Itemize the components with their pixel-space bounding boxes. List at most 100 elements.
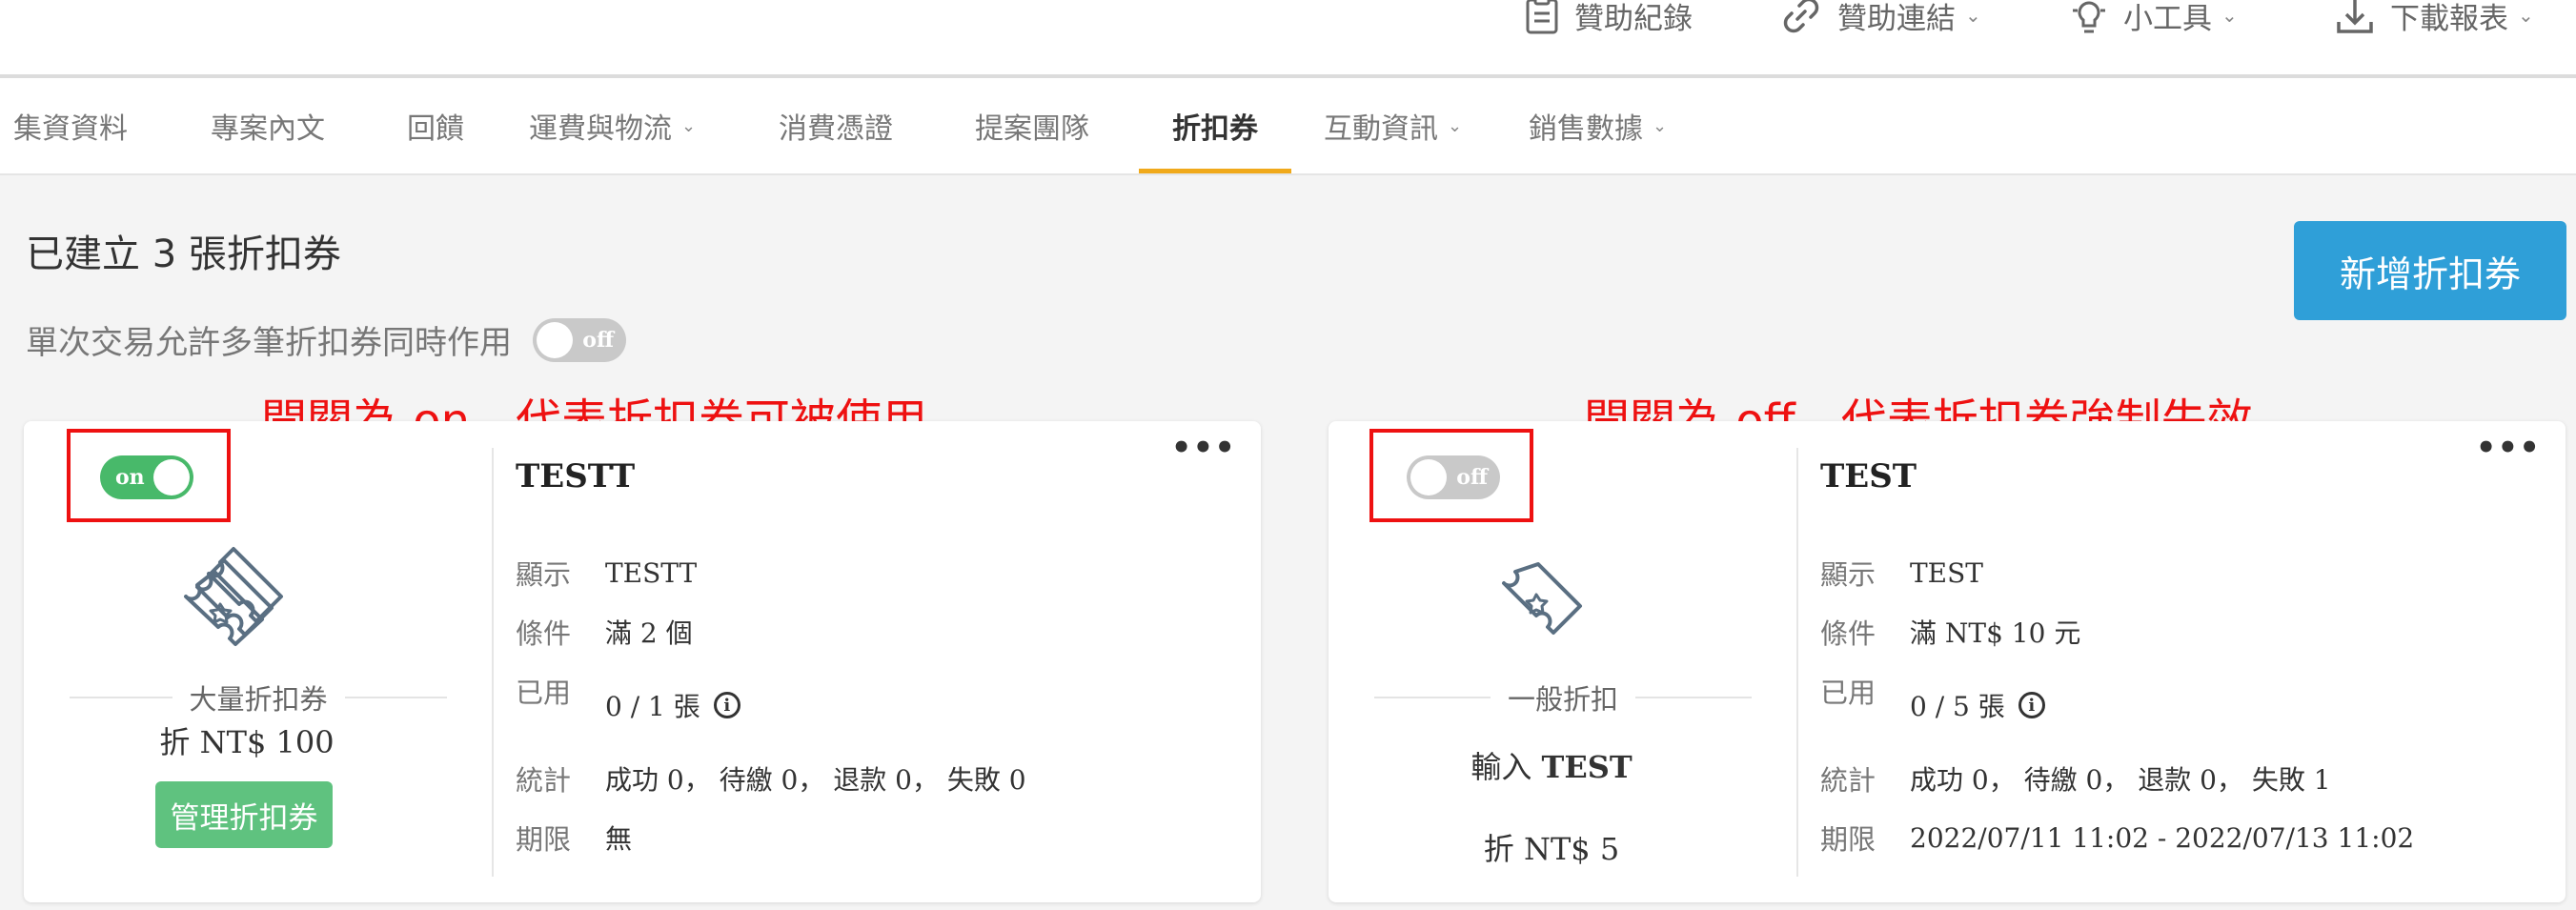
- sponsor-link-button[interactable]: 贊助連結 ⌄: [1780, 0, 1981, 44]
- multi-coupon-setting: 單次交易允許多筆折扣券同時作用 off: [26, 316, 626, 363]
- coupon-discount: 折 NT$ 5: [1483, 831, 1620, 867]
- tab-label: 互動資訊: [1324, 112, 1438, 146]
- field-label: 已用: [1820, 677, 1876, 709]
- field-value: 無: [605, 823, 633, 855]
- field-label: 顯示: [516, 558, 572, 591]
- used-count: 0 / 5 張: [1910, 691, 2005, 722]
- field-value: 0 / 1 張 i: [605, 686, 740, 724]
- more-options-icon[interactable]: •••: [1171, 429, 1236, 467]
- tab-label: 專案內文: [211, 112, 325, 146]
- field-label: 期限: [516, 823, 572, 856]
- field-value: 2022/07/11 11:02 - 2022/07/13 11:02: [1910, 821, 2415, 854]
- tab-bar: 集資資料 專案內文 回饋 運費與物流 ⌄ 消費憑證 提案團隊 折扣券 互動資訊 ⌄ …: [0, 78, 2576, 175]
- coupon-display-row: 顯示 TESTT: [516, 553, 697, 593]
- sponsor-records-button[interactable]: 贊助紀錄: [1525, 0, 1693, 44]
- bulk-ticket-icon: [184, 547, 283, 646]
- tab-proposal-team[interactable]: 提案團隊: [975, 78, 1089, 173]
- toggle-state-text: off: [582, 327, 614, 353]
- tools-button[interactable]: 小工具 ⌄: [2070, 0, 2238, 44]
- multi-coupon-label: 單次交易允許多筆折扣券同時作用: [26, 324, 512, 362]
- manage-coupon-button[interactable]: 管理折扣券: [155, 781, 333, 848]
- coupon-enabled-toggle[interactable]: on: [100, 455, 193, 499]
- download-report-button[interactable]: 下載報表 ⌄: [2335, 0, 2534, 44]
- tab-coupons[interactable]: 折扣券: [1139, 78, 1291, 173]
- tab-label: 集資資料: [13, 112, 128, 146]
- field-value: TEST: [1910, 556, 1983, 589]
- add-coupon-button[interactable]: 新增折扣券: [2294, 221, 2566, 320]
- field-value: 滿 2 個: [605, 617, 693, 649]
- download-report-label: 下載報表: [2390, 1, 2508, 36]
- coupon-enabled-toggle[interactable]: off: [1407, 455, 1500, 499]
- tab-label: 運費與物流: [529, 112, 672, 146]
- sponsor-link-label: 贊助連結: [1837, 1, 1956, 36]
- coupon-used-row: 已用 0 / 5 張 i: [1820, 671, 2045, 724]
- coupon-type: 大量折扣券: [70, 680, 447, 716]
- card-divider: [492, 448, 494, 877]
- field-label: 期限: [1820, 823, 1876, 856]
- info-icon[interactable]: i: [2018, 692, 2045, 718]
- coupon-card: off 一般折扣 輸入 TEST 折 NT$ 5 ••• TEST 顯示 TEST…: [1329, 421, 2566, 902]
- field-label: 已用: [516, 677, 572, 709]
- lightbulb-icon: [2073, 1, 2105, 33]
- field-label: 統計: [1820, 764, 1876, 797]
- coupon-stats-row: 統計 成功 0， 待繳 0， 退款 0， 失敗 0: [516, 758, 1026, 799]
- tab-label: 提案團隊: [975, 112, 1089, 146]
- card-divider: [1796, 448, 1798, 877]
- chevron-down-icon: ⌄: [2221, 4, 2238, 27]
- toggle-knob: [153, 459, 190, 495]
- tab-sales-data[interactable]: 銷售數據 ⌄: [1529, 78, 1667, 173]
- more-options-icon[interactable]: •••: [2476, 429, 2541, 467]
- coupon-title: TEST: [1820, 457, 1917, 495]
- coupon-condition-row: 條件 滿 NT$ 10 元: [1820, 612, 2080, 652]
- toggle-state-text: off: [1456, 465, 1488, 490]
- chevron-down-icon: ⌄: [681, 115, 697, 136]
- tab-label: 消費憑證: [779, 112, 893, 146]
- coupon-code: 輸入 TEST: [1329, 743, 1775, 787]
- page-title: 已建立 3 張折扣券: [26, 233, 341, 276]
- field-value: 成功 0， 待繳 0， 退款 0， 失敗 1: [1910, 764, 2331, 796]
- tools-label: 小工具: [2123, 1, 2212, 36]
- coupon-code-value: TEST: [1541, 749, 1633, 785]
- sponsor-records-label: 贊助紀錄: [1574, 1, 1693, 36]
- tab-label: 折扣券: [1172, 112, 1258, 146]
- coupon-period-row: 期限 2022/07/11 11:02 - 2022/07/13 11:02: [1820, 818, 2414, 858]
- coupon-card: on 大量折扣券 折 NT$ 100 管理折扣券 ••• TESTT 顯示 TES…: [24, 421, 1261, 902]
- tab-interactions[interactable]: 互動資訊 ⌄: [1324, 78, 1462, 173]
- tab-project-content[interactable]: 專案內文: [211, 78, 325, 173]
- tab-shipping-logistics[interactable]: 運費與物流 ⌄: [529, 78, 696, 173]
- chevron-down-icon: ⌄: [1653, 115, 1668, 136]
- coupon-discount: 折 NT$ 100: [159, 724, 335, 760]
- field-value: TESTT: [605, 556, 698, 589]
- used-count: 0 / 1 張: [605, 691, 700, 722]
- tab-label: 銷售數據: [1529, 112, 1643, 146]
- tab-receipts[interactable]: 消費憑證: [779, 78, 893, 173]
- clipboard-list-icon: [1526, 0, 1558, 34]
- coupon-display-row: 顯示 TEST: [1820, 553, 1983, 593]
- coupon-summary: off 一般折扣 輸入 TEST 折 NT$ 5: [1329, 421, 1775, 902]
- coupon-type-label: 一般折扣: [1508, 683, 1619, 716]
- tab-funding-info[interactable]: 集資資料: [13, 78, 128, 173]
- coupon-condition-row: 條件 滿 2 個: [516, 612, 693, 652]
- coupon-used-row: 已用 0 / 1 張 i: [516, 671, 740, 724]
- field-value: 滿 NT$ 10 元: [1910, 617, 2081, 649]
- coupon-summary: on 大量折扣券 折 NT$ 100 管理折扣券: [24, 421, 470, 902]
- coupon-type: 一般折扣: [1374, 680, 1752, 716]
- coupon-stats-row: 統計 成功 0， 待繳 0， 退款 0， 失敗 1: [1820, 758, 2331, 799]
- toggle-state-text: on: [115, 465, 145, 490]
- link-icon: [1783, 0, 1819, 33]
- coupon-code-prefix: 輸入: [1471, 749, 1532, 785]
- info-icon[interactable]: i: [713, 692, 740, 718]
- coupon-title: TESTT: [516, 457, 636, 495]
- chevron-down-icon: ⌄: [1448, 115, 1463, 136]
- coupon-type-label: 大量折扣券: [189, 683, 328, 716]
- download-icon: [2337, 0, 2373, 33]
- tab-rewards[interactable]: 回饋: [407, 78, 464, 173]
- toggle-knob: [1410, 459, 1447, 495]
- multi-coupon-toggle[interactable]: off: [533, 317, 626, 362]
- top-toolbar: 贊助紀錄 贊助連結 ⌄ 小工具 ⌄ 下載報表 ⌄: [0, 0, 2576, 78]
- chevron-down-icon: ⌄: [2518, 4, 2534, 27]
- tab-label: 回饋: [407, 112, 464, 146]
- field-label: 統計: [516, 764, 572, 797]
- ticket-icon: [1502, 562, 1582, 635]
- field-value: 0 / 5 張 i: [1910, 686, 2045, 724]
